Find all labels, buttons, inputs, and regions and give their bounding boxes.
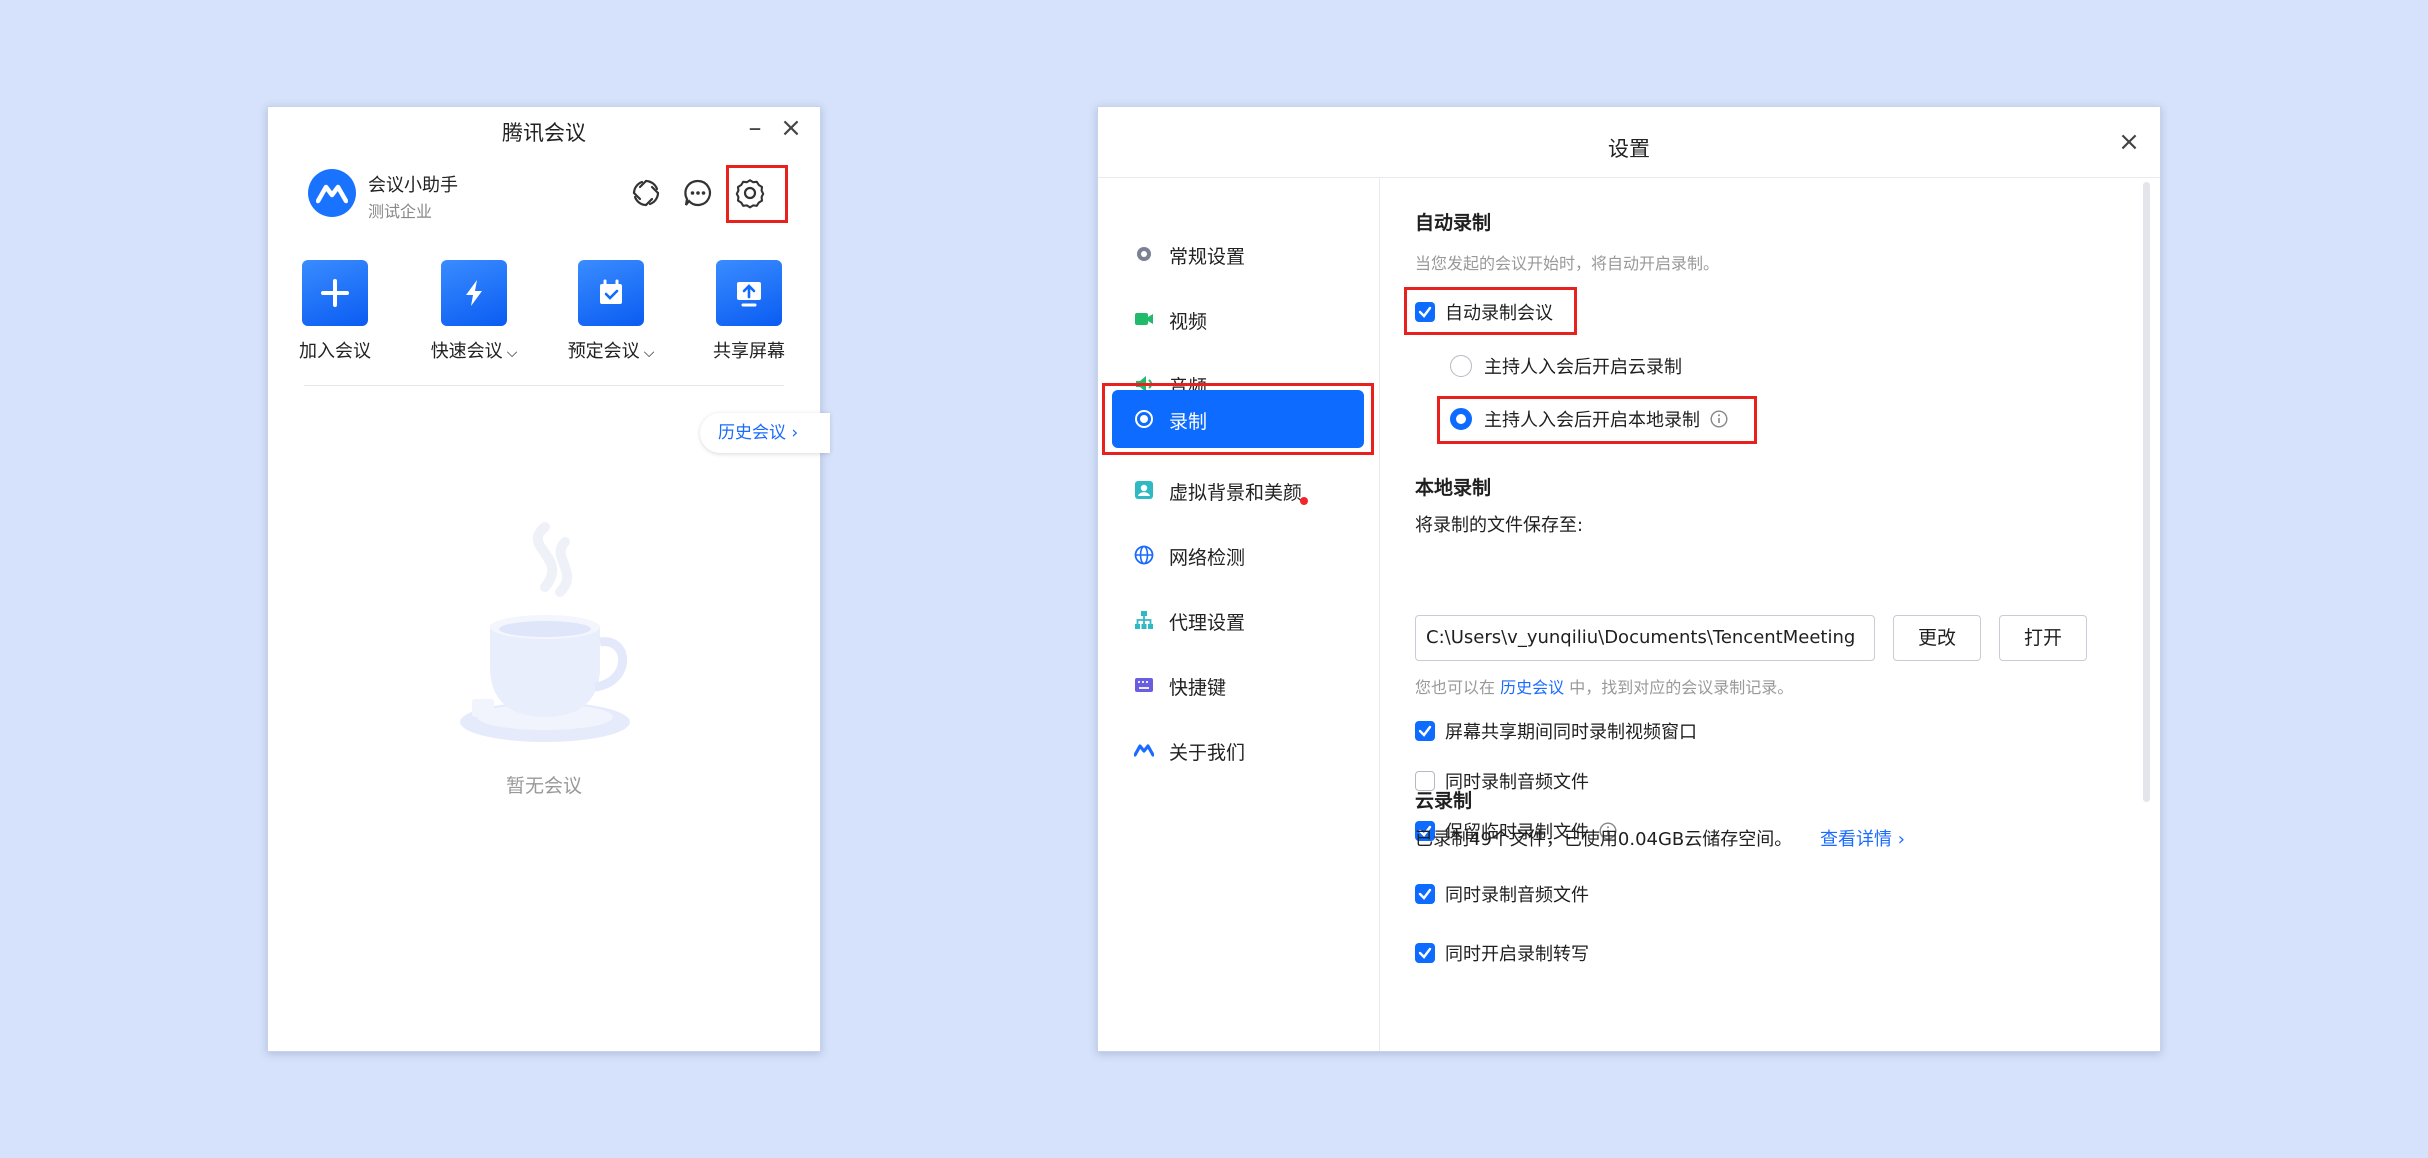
recording-highlight-box: [1102, 383, 1374, 455]
close-button[interactable]: ×: [774, 111, 808, 145]
hint-suffix: 中，找到对应的会议录制记录。: [1569, 678, 1794, 697]
nav-item-general[interactable]: 常规设置: [1112, 225, 1364, 283]
hint-prefix: 您也可以在: [1415, 678, 1496, 697]
logo-icon: [316, 184, 348, 204]
check-icon: [1418, 725, 1432, 737]
gear-icon: [1137, 247, 1151, 261]
nav-item-proxy[interactable]: 代理设置: [1112, 591, 1364, 649]
nav-item-network-test[interactable]: 网络检测: [1112, 526, 1364, 584]
section-title-local-record: 本地录制: [1415, 477, 1492, 499]
history-meetings-button[interactable]: 历史会议 ›: [700, 413, 830, 453]
nav-item-about[interactable]: 关于我们: [1112, 721, 1364, 779]
nav-label: 网络检测: [1169, 547, 1246, 569]
cloud-record-label: 主持人入会后开启云录制: [1484, 357, 1682, 378]
nav-label: 关于我们: [1169, 742, 1246, 764]
schedule-meeting-button[interactable]: 预定会议 ⌵: [561, 260, 661, 363]
cloud-record-audio-checkbox[interactable]: [1415, 884, 1435, 904]
cloud-usage-line: 已录制49个文件，已使用0.04GB云储存空间。 查看详情 ›: [1415, 825, 1905, 851]
portrait-icon: [1135, 481, 1153, 499]
chevron-down-icon[interactable]: ⌵: [644, 345, 655, 361]
calendar-icon: [578, 260, 644, 326]
check-icon: [1418, 888, 1432, 900]
auto-record-highlight-box: [1404, 287, 1577, 335]
section-title-auto-record: 自动录制: [1415, 212, 1492, 234]
cloud-record-radio[interactable]: [1450, 355, 1472, 377]
history-meetings-link[interactable]: 历史会议: [1500, 678, 1564, 697]
nav-label: 常规设置: [1169, 246, 1246, 268]
divider: [304, 385, 784, 386]
record-video-window-checkbox[interactable]: [1415, 721, 1435, 741]
chevron-down-icon[interactable]: ⌵: [507, 345, 518, 361]
share-screen-button[interactable]: 共享屏幕: [699, 260, 799, 363]
user-company: 测试企业: [368, 202, 433, 221]
record-video-window-label: 屏幕共享期间同时录制视频窗口: [1445, 722, 1697, 743]
cloud-transcription-row[interactable]: 同时开启录制转写: [1415, 940, 1589, 966]
chat-icon[interactable]: [678, 173, 718, 213]
keyboard-icon: [1135, 678, 1153, 692]
save-path-input[interactable]: C:\Users\v_yunqiliu\Documents\TencentMee…: [1415, 615, 1875, 661]
section-title-cloud-record: 云录制: [1415, 790, 1473, 812]
join-meeting-button[interactable]: 加入会议: [285, 260, 385, 363]
quick-meeting-label: 快速会议: [430, 341, 503, 362]
gear-highlight-box: [726, 165, 788, 223]
local-record-highlight-box: [1437, 396, 1757, 444]
cloud-record-audio-row[interactable]: 同时录制音频文件: [1415, 881, 1589, 907]
nav-label: 代理设置: [1169, 612, 1246, 634]
cloud-transcription-label: 同时开启录制转写: [1445, 944, 1589, 965]
record-video-window-row[interactable]: 屏幕共享期间同时录制视频窗口: [1415, 718, 1697, 744]
avatar[interactable]: [308, 169, 356, 217]
join-meeting-label: 加入会议: [299, 341, 371, 362]
settings-content: 自动录制 当您发起的会议开始时，将自动开启录制。 自动录制会议 主持人入会后开启…: [1380, 178, 2160, 1051]
save-path-label: 将录制的文件保存至:: [1415, 515, 1584, 536]
quick-meeting-button[interactable]: 快速会议 ⌵: [424, 260, 524, 363]
change-path-button[interactable]: 更改: [1893, 615, 1981, 661]
cloud-transcription-checkbox[interactable]: [1415, 943, 1435, 963]
settings-title: 设置: [1608, 137, 1650, 161]
nav-label: 快捷键: [1169, 677, 1227, 699]
lightning-icon: [441, 260, 507, 326]
cloud-record-option[interactable]: 主持人入会后开启云录制: [1450, 353, 1682, 379]
nav-item-video[interactable]: 视频: [1112, 290, 1364, 348]
empty-state-text: 暂无会议: [505, 775, 582, 797]
history-meetings-label: 历史会议: [718, 423, 786, 443]
open-folder-button[interactable]: 打开: [1999, 615, 2087, 661]
close-button[interactable]: ×: [2112, 125, 2146, 159]
share-screen-label: 共享屏幕: [713, 341, 785, 362]
logo-icon: [1134, 744, 1154, 757]
cloud-usage-text: 已录制49个文件，已使用0.04GB云储存空间。: [1415, 829, 1793, 850]
plus-icon: [302, 260, 368, 326]
cloud-record-audio-label: 同时录制音频文件: [1445, 885, 1589, 906]
minimize-button[interactable]: –: [738, 111, 772, 145]
globe-icon: [1134, 545, 1154, 565]
chevron-right-icon: ›: [791, 423, 799, 443]
auto-record-hint: 当您发起的会议开始时，将自动开启录制。: [1415, 254, 1720, 273]
empty-cup-illustration: [450, 517, 640, 751]
view-details-link[interactable]: 查看详情 ›: [1820, 829, 1905, 850]
share-screen-icon: [716, 260, 782, 326]
settings-window: 设置 × 常规设置 视频 音频 录制 虚拟背景和美颜 网络检测 代理设置 快捷键…: [1097, 106, 2161, 1052]
view-details-label: 查看详情: [1820, 829, 1893, 850]
camera-icon: [1135, 313, 1153, 325]
user-name: 会议小助手: [368, 175, 458, 196]
nav-item-shortcuts[interactable]: 快捷键: [1112, 656, 1364, 714]
nav-label: 视频: [1169, 311, 1208, 333]
scrollbar[interactable]: [2143, 182, 2150, 802]
notification-dot: [1300, 497, 1308, 505]
main-window: 腾讯会议 – × 会议小助手 测试企业 加入会议 快速会议 ⌵ 预定会议 ⌵ 共…: [267, 106, 830, 1052]
network-icon: [1135, 611, 1153, 629]
nav-label: 虚拟背景和美颜: [1169, 482, 1303, 504]
local-record-hint: 您也可以在 历史会议 中，找到对应的会议录制记录。: [1415, 674, 1793, 698]
schedule-meeting-label: 预定会议: [567, 341, 640, 362]
nav-item-virtual-background[interactable]: 虚拟背景和美颜: [1112, 461, 1364, 519]
check-icon: [1418, 947, 1432, 959]
sync-icon[interactable]: [626, 173, 666, 213]
